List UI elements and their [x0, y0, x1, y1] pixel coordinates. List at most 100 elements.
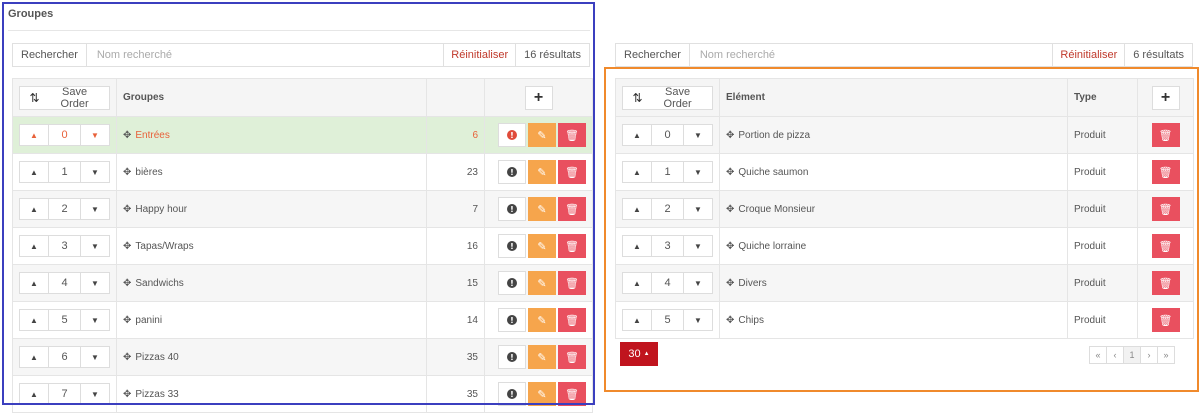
move-icon[interactable]: ✥	[123, 315, 131, 326]
info-button[interactable]: !	[498, 345, 526, 369]
move-down-button[interactable]: ▼	[684, 236, 712, 256]
move-down-button[interactable]: ▼	[684, 310, 712, 330]
groups-reset-link[interactable]: Réinitialiser	[443, 44, 515, 66]
element-row[interactable]: ▲ 3 ▼ ✥ Quiche lorraine Produit 🗑	[615, 227, 1194, 265]
element-row[interactable]: ▲ 1 ▼ ✥ Quiche saumon Produit 🗑	[615, 153, 1194, 191]
group-row[interactable]: ▲ 0 ▼ ✥ Entrées 6! ✎ 🗑	[12, 116, 593, 154]
pagination-item[interactable]: 1	[1123, 346, 1141, 364]
edit-button[interactable]: ✎	[528, 308, 556, 332]
move-icon[interactable]: ✥	[726, 130, 734, 141]
edit-button[interactable]: ✎	[528, 197, 556, 221]
pagination-item[interactable]: «	[1089, 346, 1107, 364]
move-icon[interactable]: ✥	[123, 389, 131, 400]
edit-button[interactable]: ✎	[528, 271, 556, 295]
info-button[interactable]: !	[498, 123, 526, 147]
move-icon[interactable]: ✥	[726, 167, 734, 178]
move-icon[interactable]: ✥	[726, 278, 734, 289]
element-row[interactable]: ▲ 4 ▼ ✥ Divers Produit 🗑	[615, 264, 1194, 302]
element-row[interactable]: ▲ 2 ▼ ✥ Croque Monsieur Produit 🗑	[615, 190, 1194, 228]
pagination-item[interactable]: ‹	[1106, 346, 1124, 364]
info-button[interactable]: !	[498, 197, 526, 221]
add-group-button[interactable]: +	[524, 85, 553, 110]
move-down-button[interactable]: ▼	[81, 273, 109, 293]
element-row[interactable]: ▲ 5 ▼ ✥ Chips Produit 🗑	[615, 301, 1194, 339]
info-button[interactable]: !	[498, 382, 526, 406]
move-down-button[interactable]: ▼	[81, 384, 109, 404]
elements-reset-link[interactable]: Réinitialiser	[1052, 44, 1124, 66]
info-button[interactable]: !	[498, 308, 526, 332]
move-icon[interactable]: ✥	[123, 167, 131, 178]
group-row[interactable]: ▲ 1 ▼ ✥ bières 23! ✎ 🗑	[12, 153, 593, 191]
edit-button[interactable]: ✎	[528, 123, 556, 147]
move-icon[interactable]: ✥	[123, 278, 131, 289]
delete-button[interactable]: 🗑	[558, 271, 586, 295]
edit-button[interactable]: ✎	[528, 345, 556, 369]
group-row[interactable]: ▲ 3 ▼ ✥ Tapas/Wraps 16! ✎ 🗑	[12, 227, 593, 265]
info-button[interactable]: !	[498, 271, 526, 295]
delete-button[interactable]: 🗑	[558, 308, 586, 332]
info-button[interactable]: !	[498, 234, 526, 258]
move-up-button[interactable]: ▲	[20, 199, 48, 219]
move-icon[interactable]: ✥	[726, 315, 734, 326]
info-button[interactable]: !	[498, 160, 526, 184]
edit-button[interactable]: ✎	[528, 160, 556, 184]
move-down-button[interactable]: ▼	[81, 236, 109, 256]
move-down-button[interactable]: ▼	[81, 162, 109, 182]
move-down-button[interactable]: ▼	[81, 310, 109, 330]
move-up-button[interactable]: ▲	[623, 125, 651, 145]
delete-button[interactable]: 🗑	[1151, 308, 1180, 332]
group-row[interactable]: ▲ 6 ▼ ✥ Pizzas 40 35! ✎ 🗑	[12, 338, 593, 376]
group-row[interactable]: ▲ 5 ▼ ✥ panini 14! ✎ 🗑	[12, 301, 593, 339]
move-up-button[interactable]: ▲	[20, 236, 48, 256]
per-page-dropdown[interactable]: 30 ▲	[620, 342, 658, 366]
pagination-item[interactable]: ›	[1140, 346, 1158, 364]
delete-button[interactable]: 🗑	[1151, 160, 1180, 184]
elements-save-order-button[interactable]: ⇅ Save Order	[622, 85, 713, 110]
move-up-button[interactable]: ▲	[623, 273, 651, 293]
move-icon[interactable]: ✥	[123, 241, 131, 252]
delete-button[interactable]: 🗑	[1151, 234, 1180, 258]
move-up-button[interactable]: ▲	[20, 310, 48, 330]
move-icon[interactable]: ✥	[123, 204, 131, 215]
move-down-button[interactable]: ▼	[684, 273, 712, 293]
delete-button[interactable]: 🗑	[558, 160, 586, 184]
move-down-button[interactable]: ▼	[81, 199, 109, 219]
move-down-button[interactable]: ▼	[684, 199, 712, 219]
delete-button[interactable]: 🗑	[558, 345, 586, 369]
delete-button[interactable]: 🗑	[558, 197, 586, 221]
move-up-button[interactable]: ▲	[20, 162, 48, 182]
delete-button[interactable]: 🗑	[1151, 197, 1180, 221]
delete-button[interactable]: 🗑	[558, 123, 586, 147]
group-row[interactable]: ▲ 4 ▼ ✥ Sandwichs 15! ✎ 🗑	[12, 264, 593, 302]
move-icon[interactable]: ✥	[726, 241, 734, 252]
move-icon[interactable]: ✥	[123, 352, 131, 363]
move-up-button[interactable]: ▲	[623, 310, 651, 330]
elements-search-input[interactable]	[689, 44, 1053, 66]
groups-save-order-button[interactable]: ⇅ Save Order	[19, 85, 110, 110]
delete-button[interactable]: 🗑	[1151, 271, 1180, 295]
edit-button[interactable]: ✎	[528, 382, 556, 406]
move-up-button[interactable]: ▲	[623, 162, 651, 182]
edit-button[interactable]: ✎	[528, 234, 556, 258]
delete-button[interactable]: 🗑	[558, 234, 586, 258]
move-icon[interactable]: ✥	[123, 130, 131, 141]
delete-button[interactable]: 🗑	[558, 382, 586, 406]
group-row[interactable]: ▲ 2 ▼ ✥ Happy hour 7! ✎ 🗑	[12, 190, 593, 228]
move-down-button[interactable]: ▼	[81, 125, 109, 145]
pagination-item[interactable]: »	[1157, 346, 1175, 364]
move-icon[interactable]: ✥	[726, 204, 734, 215]
move-up-button[interactable]: ▲	[20, 347, 48, 367]
move-down-button[interactable]: ▼	[81, 347, 109, 367]
move-down-button[interactable]: ▼	[684, 162, 712, 182]
add-element-button[interactable]: +	[1151, 85, 1180, 110]
group-row[interactable]: ▲ 7 ▼ ✥ Pizzas 33 35! ✎ 🗑	[12, 375, 593, 413]
move-up-button[interactable]: ▲	[623, 236, 651, 256]
move-up-button[interactable]: ▲	[20, 125, 48, 145]
move-up-button[interactable]: ▲	[20, 384, 48, 404]
move-up-button[interactable]: ▲	[20, 273, 48, 293]
delete-button[interactable]: 🗑	[1151, 123, 1180, 147]
move-up-button[interactable]: ▲	[623, 199, 651, 219]
element-row[interactable]: ▲ 0 ▼ ✥ Portion de pizza Produit 🗑	[615, 116, 1194, 154]
groups-search-input[interactable]	[86, 44, 444, 66]
move-down-button[interactable]: ▼	[684, 125, 712, 145]
